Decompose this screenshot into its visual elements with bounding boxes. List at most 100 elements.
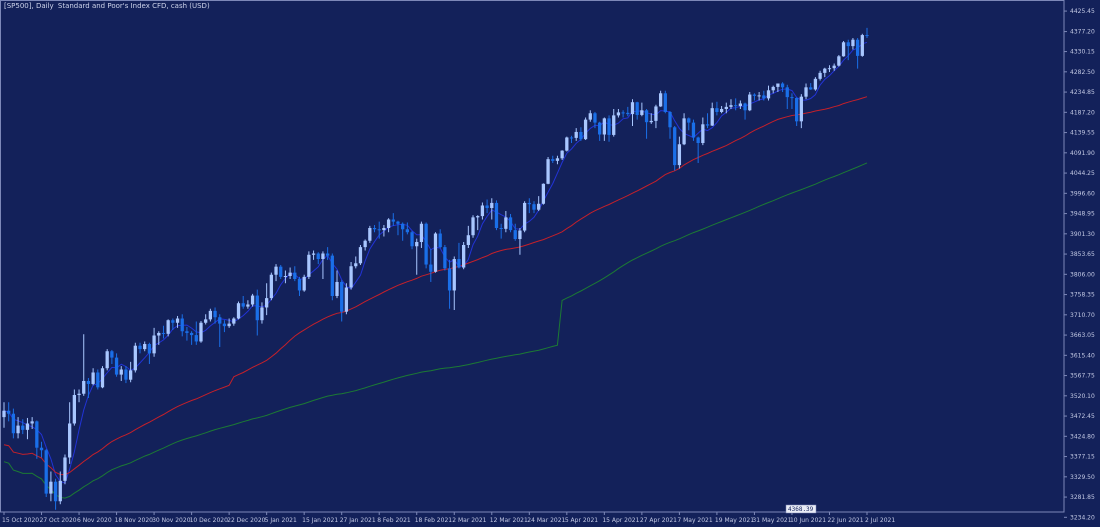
candle-body <box>705 124 710 126</box>
candle-body <box>424 223 428 265</box>
candle-body <box>288 272 292 277</box>
candle-body <box>832 65 836 69</box>
candle-body <box>325 253 330 256</box>
candle-body <box>269 274 273 299</box>
x-tick-label: 24 Mar 2021 <box>527 517 565 524</box>
candle-body <box>180 318 184 332</box>
y-tick-label: 3520.10 <box>1070 393 1095 400</box>
y-tick-label: 4330.15 <box>1070 49 1095 56</box>
candle-body <box>785 87 789 98</box>
x-tick-label: 6 Nov 2020 <box>77 517 112 524</box>
candle-body <box>53 481 58 502</box>
candle-body <box>368 227 372 241</box>
candle-body <box>372 227 377 230</box>
candle-body <box>682 118 686 145</box>
candle-body <box>157 332 161 336</box>
candle-body <box>673 127 677 166</box>
candle-body <box>419 223 424 243</box>
candle-body <box>246 304 250 307</box>
candle-body <box>677 144 682 166</box>
candle-body <box>799 96 803 122</box>
y-tick-label: 3948.95 <box>1070 211 1095 218</box>
plot-frame <box>0 0 1065 513</box>
candle-body <box>644 110 649 123</box>
candle-body <box>260 307 264 321</box>
x-tick-label: 22 Dec 2020 <box>227 517 266 524</box>
candle-body <box>316 253 320 260</box>
x-tick-label: 10 Jun 2021 <box>790 517 826 524</box>
candle-body <box>569 137 574 139</box>
x-tick-label: 15 Oct 2020 <box>2 517 39 524</box>
candle-body <box>91 372 95 384</box>
candle-body <box>457 259 461 268</box>
candle-body <box>813 78 818 90</box>
candle-body <box>762 95 766 99</box>
candle-body <box>480 205 485 217</box>
candle-body <box>804 87 808 97</box>
candle-body <box>574 131 578 138</box>
candle-body <box>77 393 81 396</box>
y-tick-label: 3853.65 <box>1070 251 1095 258</box>
y-tick-label: 4044.25 <box>1070 170 1095 177</box>
candle-body <box>283 276 288 278</box>
x-tick-label: 15 Apr 2021 <box>602 517 639 524</box>
x-tick-label: 5 Jan 2021 <box>265 517 297 524</box>
candle-body <box>710 108 714 126</box>
candle-body <box>293 272 297 279</box>
candle-body <box>415 242 419 247</box>
candle-body <box>583 119 588 140</box>
candle-body <box>663 93 667 112</box>
candle-body <box>565 137 569 151</box>
candle-body <box>466 235 470 245</box>
candle-body <box>790 97 794 99</box>
candle-body <box>658 93 663 107</box>
candle-body <box>147 344 152 354</box>
current-price-label: 4368.39 <box>788 506 814 513</box>
candle-body <box>443 247 447 269</box>
x-tick-label: 30 Nov 2020 <box>152 517 191 524</box>
candle-body <box>715 108 719 112</box>
candle-body <box>748 94 752 111</box>
chart-window: [SP500], Daily Standard and Poor's Index… <box>0 0 1100 527</box>
candle-body <box>818 72 822 79</box>
candle-body <box>438 233 442 248</box>
candle-body <box>795 97 799 122</box>
candle-body <box>377 229 381 231</box>
candle-body <box>105 351 109 369</box>
candle-body <box>738 103 743 107</box>
candle-body <box>654 106 658 121</box>
candle-body <box>461 244 466 268</box>
candle-body <box>161 332 166 334</box>
candle-body <box>499 227 503 229</box>
candle-body <box>344 287 349 312</box>
y-tick-label: 4377.20 <box>1070 29 1095 36</box>
candle-body <box>555 158 560 161</box>
candle-body <box>185 331 189 333</box>
candle-body <box>143 344 147 350</box>
candle-body <box>39 447 44 451</box>
candle-body <box>823 68 827 73</box>
price-chart[interactable]: 4425.45 4377.20 4330.15 4282.50 4234.85 4187.… <box>0 0 1100 527</box>
candle-body <box>279 266 283 277</box>
candle-body <box>696 137 700 144</box>
candle-body <box>518 230 522 240</box>
candle-body <box>138 345 142 350</box>
y-tick-label: 3615.40 <box>1070 352 1095 359</box>
candle-body <box>86 380 91 384</box>
candle-body <box>841 42 846 57</box>
candle-body <box>340 281 344 312</box>
y-tick-label: 3806.00 <box>1070 271 1095 278</box>
candle-body <box>35 421 39 448</box>
candle-body <box>691 122 696 138</box>
candle-body <box>7 410 11 414</box>
candle-body <box>119 369 123 375</box>
candle-body <box>222 323 227 327</box>
y-tick-label: 4425.45 <box>1070 8 1095 15</box>
candle-body <box>546 159 550 184</box>
candle-body <box>865 35 869 37</box>
candle-body <box>2 410 6 418</box>
candle-body <box>508 217 513 231</box>
candle-body <box>771 86 775 91</box>
candle-body <box>11 413 16 434</box>
candle-body <box>433 233 438 272</box>
